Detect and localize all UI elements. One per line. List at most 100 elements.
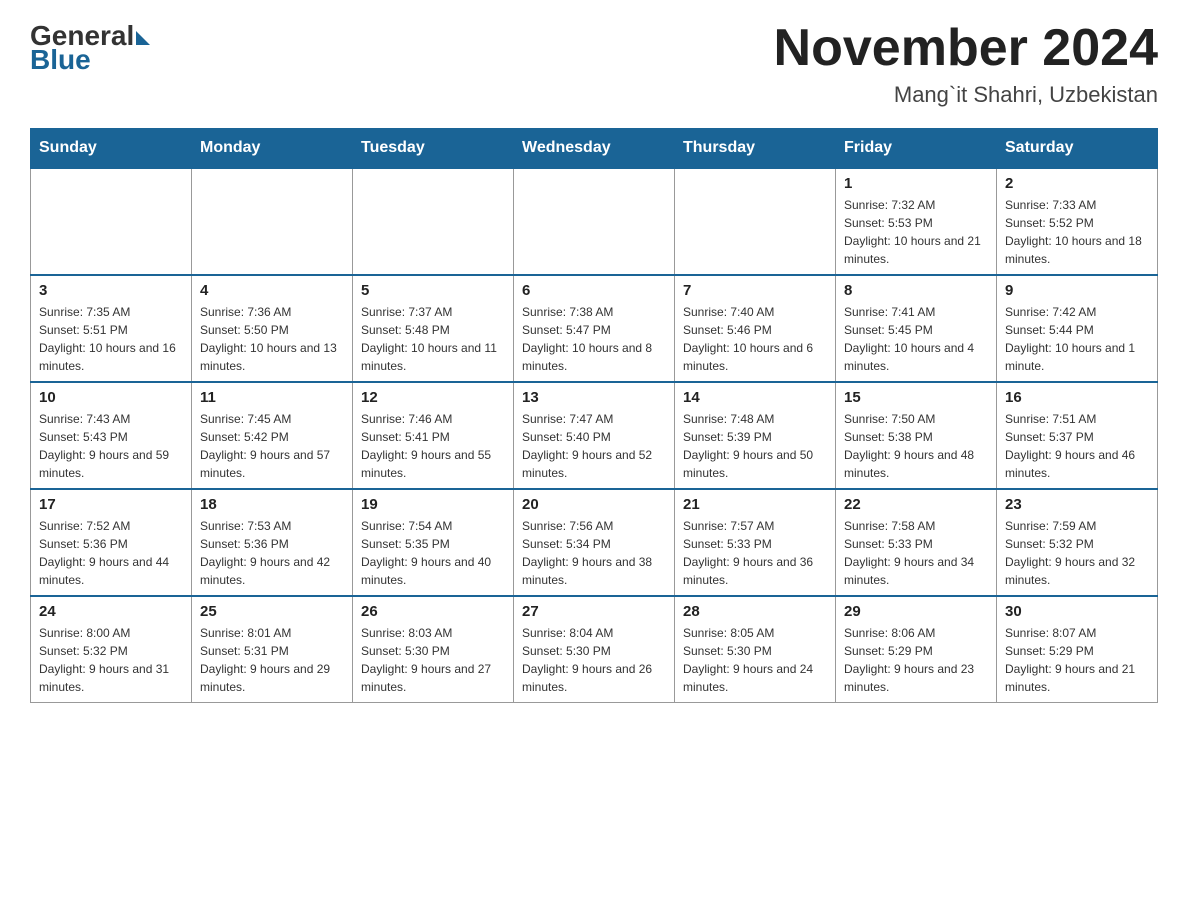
day-info: Sunrise: 7:52 AMSunset: 5:36 PMDaylight:… (39, 517, 183, 589)
day-info: Sunrise: 7:32 AMSunset: 5:53 PMDaylight:… (844, 196, 988, 268)
table-row: 3Sunrise: 7:35 AMSunset: 5:51 PMDaylight… (31, 275, 192, 382)
day-number: 9 (1005, 282, 1149, 299)
table-row: 14 Sunrise: 7:48 AMSunset: 5:39 PMDayligh… (675, 382, 836, 489)
col-thursday: Thursday (675, 129, 836, 169)
day-number: 22 (844, 496, 988, 513)
day-number: 27 (522, 603, 666, 620)
table-row (353, 168, 514, 275)
day-number: 30 (1005, 603, 1149, 620)
day-number: 26 (361, 603, 505, 620)
day-number: 5 (361, 282, 505, 299)
day-number: 14 (683, 389, 827, 406)
table-row: 12 Sunrise: 7:46 AMSunset: 5:41 PMDayligh… (353, 382, 514, 489)
day-info: Sunrise: 7:36 AMSunset: 5:50 PMDaylight:… (200, 303, 344, 375)
day-info: Sunrise: 8:00 AMSunset: 5:32 PMDaylight:… (39, 624, 183, 696)
day-number: 18 (200, 496, 344, 513)
day-info: Sunrise: 8:06 AMSunset: 5:29 PMDaylight:… (844, 624, 988, 696)
table-row: 21Sunrise: 7:57 AMSunset: 5:33 PMDayligh… (675, 489, 836, 596)
day-number: 15 (844, 389, 988, 406)
table-row: 13 Sunrise: 7:47 AMSunset: 5:40 PMDayligh… (514, 382, 675, 489)
table-row: 8 Sunrise: 7:41 AMSunset: 5:45 PMDaylight… (836, 275, 997, 382)
day-info: Sunrise: 7:42 AMSunset: 5:44 PMDaylight:… (1005, 303, 1149, 375)
day-number: 16 (1005, 389, 1149, 406)
table-row: 5 Sunrise: 7:37 AMSunset: 5:48 PMDaylight… (353, 275, 514, 382)
calendar-header-row: Sunday Monday Tuesday Wednesday Thursday… (31, 129, 1158, 169)
day-info: Sunrise: 7:50 AMSunset: 5:38 PMDaylight:… (844, 410, 988, 482)
day-info: Sunrise: 7:33 AMSunset: 5:52 PMDaylight:… (1005, 196, 1149, 268)
table-row: 15 Sunrise: 7:50 AMSunset: 5:38 PMDayligh… (836, 382, 997, 489)
month-year-title: November 2024 (774, 20, 1158, 77)
table-row: 19 Sunrise: 7:54 AMSunset: 5:35 PMDayligh… (353, 489, 514, 596)
day-number: 21 (683, 496, 827, 513)
day-info: Sunrise: 7:53 AMSunset: 5:36 PMDaylight:… (200, 517, 344, 589)
day-info: Sunrise: 8:07 AMSunset: 5:29 PMDaylight:… (1005, 624, 1149, 696)
day-number: 2 (1005, 175, 1149, 192)
day-number: 7 (683, 282, 827, 299)
table-row: 17 Sunrise: 7:52 AMSunset: 5:36 PMDayligh… (31, 489, 192, 596)
day-number: 29 (844, 603, 988, 620)
day-info: Sunrise: 8:04 AMSunset: 5:30 PMDaylight:… (522, 624, 666, 696)
day-number: 6 (522, 282, 666, 299)
day-number: 28 (683, 603, 827, 620)
day-number: 8 (844, 282, 988, 299)
calendar-week-row: 10 Sunrise: 7:43 AMSunset: 5:43 PMDayligh… (31, 382, 1158, 489)
calendar-week-row: 24 Sunrise: 8:00 AMSunset: 5:32 PMDayligh… (31, 596, 1158, 703)
table-row: 4Sunrise: 7:36 AMSunset: 5:50 PMDaylight… (192, 275, 353, 382)
day-number: 23 (1005, 496, 1149, 513)
table-row: 7 Sunrise: 7:40 AMSunset: 5:46 PMDaylight… (675, 275, 836, 382)
col-tuesday: Tuesday (353, 129, 514, 169)
col-sunday: Sunday (31, 129, 192, 169)
table-row: 24 Sunrise: 8:00 AMSunset: 5:32 PMDayligh… (31, 596, 192, 703)
day-info: Sunrise: 7:58 AMSunset: 5:33 PMDaylight:… (844, 517, 988, 589)
table-row: 26 Sunrise: 8:03 AMSunset: 5:30 PMDayligh… (353, 596, 514, 703)
table-row: 1 Sunrise: 7:32 AMSunset: 5:53 PMDaylight… (836, 168, 997, 275)
day-info: Sunrise: 7:40 AMSunset: 5:46 PMDaylight:… (683, 303, 827, 375)
day-info: Sunrise: 7:59 AMSunset: 5:32 PMDaylight:… (1005, 517, 1149, 589)
day-info: Sunrise: 7:48 AMSunset: 5:39 PMDaylight:… (683, 410, 827, 482)
table-row: 10 Sunrise: 7:43 AMSunset: 5:43 PMDayligh… (31, 382, 192, 489)
day-info: Sunrise: 7:47 AMSunset: 5:40 PMDaylight:… (522, 410, 666, 482)
day-info: Sunrise: 8:03 AMSunset: 5:30 PMDaylight:… (361, 624, 505, 696)
col-wednesday: Wednesday (514, 129, 675, 169)
table-row: 22 Sunrise: 7:58 AMSunset: 5:33 PMDayligh… (836, 489, 997, 596)
table-row (675, 168, 836, 275)
col-saturday: Saturday (997, 129, 1158, 169)
day-info: Sunrise: 8:05 AMSunset: 5:30 PMDaylight:… (683, 624, 827, 696)
day-number: 25 (200, 603, 344, 620)
table-row (192, 168, 353, 275)
table-row (31, 168, 192, 275)
day-number: 17 (39, 496, 183, 513)
day-info: Sunrise: 7:41 AMSunset: 5:45 PMDaylight:… (844, 303, 988, 375)
day-number: 10 (39, 389, 183, 406)
table-row: 29 Sunrise: 8:06 AMSunset: 5:29 PMDayligh… (836, 596, 997, 703)
table-row: 11Sunrise: 7:45 AMSunset: 5:42 PMDayligh… (192, 382, 353, 489)
logo-triangle-icon (136, 31, 150, 45)
day-info: Sunrise: 7:45 AMSunset: 5:42 PMDaylight:… (200, 410, 344, 482)
col-friday: Friday (836, 129, 997, 169)
day-number: 24 (39, 603, 183, 620)
table-row: 18 Sunrise: 7:53 AMSunset: 5:36 PMDayligh… (192, 489, 353, 596)
day-info: Sunrise: 7:35 AMSunset: 5:51 PMDaylight:… (39, 303, 183, 375)
day-info: Sunrise: 7:37 AMSunset: 5:48 PMDaylight:… (361, 303, 505, 375)
day-info: Sunrise: 7:38 AMSunset: 5:47 PMDaylight:… (522, 303, 666, 375)
table-row: 20 Sunrise: 7:56 AMSunset: 5:34 PMDayligh… (514, 489, 675, 596)
logo-blue-text: Blue (30, 44, 91, 76)
table-row: 25Sunrise: 8:01 AMSunset: 5:31 PMDayligh… (192, 596, 353, 703)
table-row: 9 Sunrise: 7:42 AMSunset: 5:44 PMDaylight… (997, 275, 1158, 382)
day-info: Sunrise: 7:43 AMSunset: 5:43 PMDaylight:… (39, 410, 183, 482)
day-number: 13 (522, 389, 666, 406)
table-row: 6 Sunrise: 7:38 AMSunset: 5:47 PMDaylight… (514, 275, 675, 382)
day-number: 20 (522, 496, 666, 513)
col-monday: Monday (192, 129, 353, 169)
page-header: General Blue November 2024 Mang`it Shahr… (30, 20, 1158, 108)
day-number: 1 (844, 175, 988, 192)
location-subtitle: Mang`it Shahri, Uzbekistan (774, 82, 1158, 108)
title-section: November 2024 Mang`it Shahri, Uzbekistan (774, 20, 1158, 108)
day-info: Sunrise: 7:46 AMSunset: 5:41 PMDaylight:… (361, 410, 505, 482)
day-info: Sunrise: 7:54 AMSunset: 5:35 PMDaylight:… (361, 517, 505, 589)
day-number: 12 (361, 389, 505, 406)
day-number: 19 (361, 496, 505, 513)
day-info: Sunrise: 7:56 AMSunset: 5:34 PMDaylight:… (522, 517, 666, 589)
table-row (514, 168, 675, 275)
calendar-week-row: 1 Sunrise: 7:32 AMSunset: 5:53 PMDaylight… (31, 168, 1158, 275)
